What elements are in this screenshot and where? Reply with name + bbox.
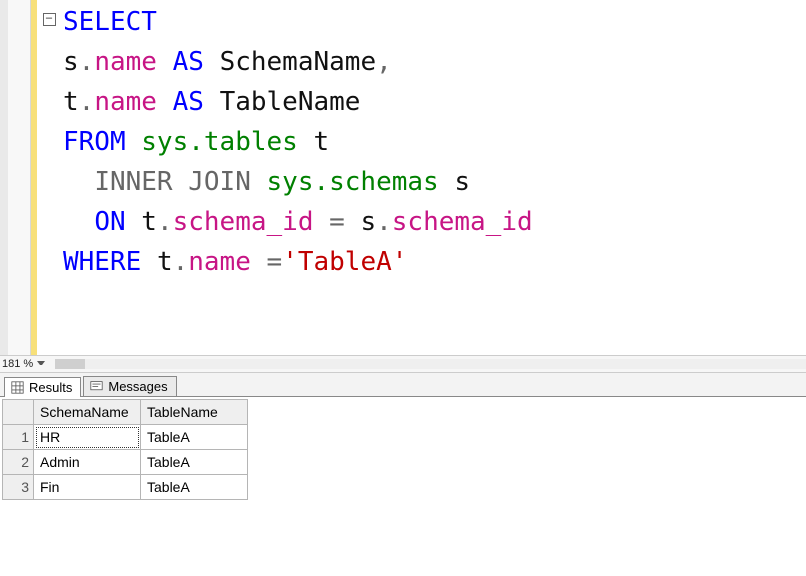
cell[interactable]: TableA xyxy=(141,425,248,450)
editor-gutter xyxy=(8,0,31,355)
col-header[interactable]: SchemaName xyxy=(34,400,141,425)
scroll-thumb[interactable] xyxy=(55,359,85,369)
tab-messages[interactable]: Messages xyxy=(83,376,176,396)
outline-column[interactable]: − xyxy=(37,0,61,355)
sql-code[interactable]: SELECT s.name AS SchemaName, t.name AS T… xyxy=(61,0,533,355)
zoom-dropdown-icon[interactable] xyxy=(37,361,45,367)
table-row[interactable]: 2 Admin TableA xyxy=(3,450,248,475)
results-tabs: Results Messages xyxy=(0,373,806,397)
editor-margin xyxy=(0,0,8,355)
collapse-icon[interactable]: − xyxy=(43,13,56,26)
grid-icon xyxy=(11,381,24,394)
row-number[interactable]: 1 xyxy=(3,425,34,450)
tab-messages-label: Messages xyxy=(108,379,167,394)
zoom-value[interactable]: 181 % xyxy=(2,358,33,370)
sql-editor[interactable]: − SELECT s.name AS SchemaName, t.name AS… xyxy=(0,0,806,355)
kw-select: SELECT xyxy=(63,7,157,37)
table-row[interactable]: 1 HR TableA xyxy=(3,425,248,450)
cell[interactable]: Fin xyxy=(34,475,141,500)
editor-hscroll[interactable] xyxy=(55,359,806,369)
cell[interactable]: TableA xyxy=(141,475,248,500)
cell[interactable]: HR xyxy=(34,425,141,450)
results-grid[interactable]: SchemaName TableName 1 HR TableA 2 Admin… xyxy=(0,397,806,500)
tab-results-label: Results xyxy=(29,380,72,395)
col-header[interactable]: TableName xyxy=(141,400,248,425)
row-number[interactable]: 3 xyxy=(3,475,34,500)
messages-icon xyxy=(90,380,103,393)
corner-cell xyxy=(3,400,34,425)
table-row[interactable]: 3 Fin TableA xyxy=(3,475,248,500)
zoom-bar: 181 % xyxy=(0,355,806,373)
cell[interactable]: Admin xyxy=(34,450,141,475)
cell[interactable]: TableA xyxy=(141,450,248,475)
header-row: SchemaName TableName xyxy=(3,400,248,425)
tab-results[interactable]: Results xyxy=(4,377,81,397)
row-number[interactable]: 2 xyxy=(3,450,34,475)
